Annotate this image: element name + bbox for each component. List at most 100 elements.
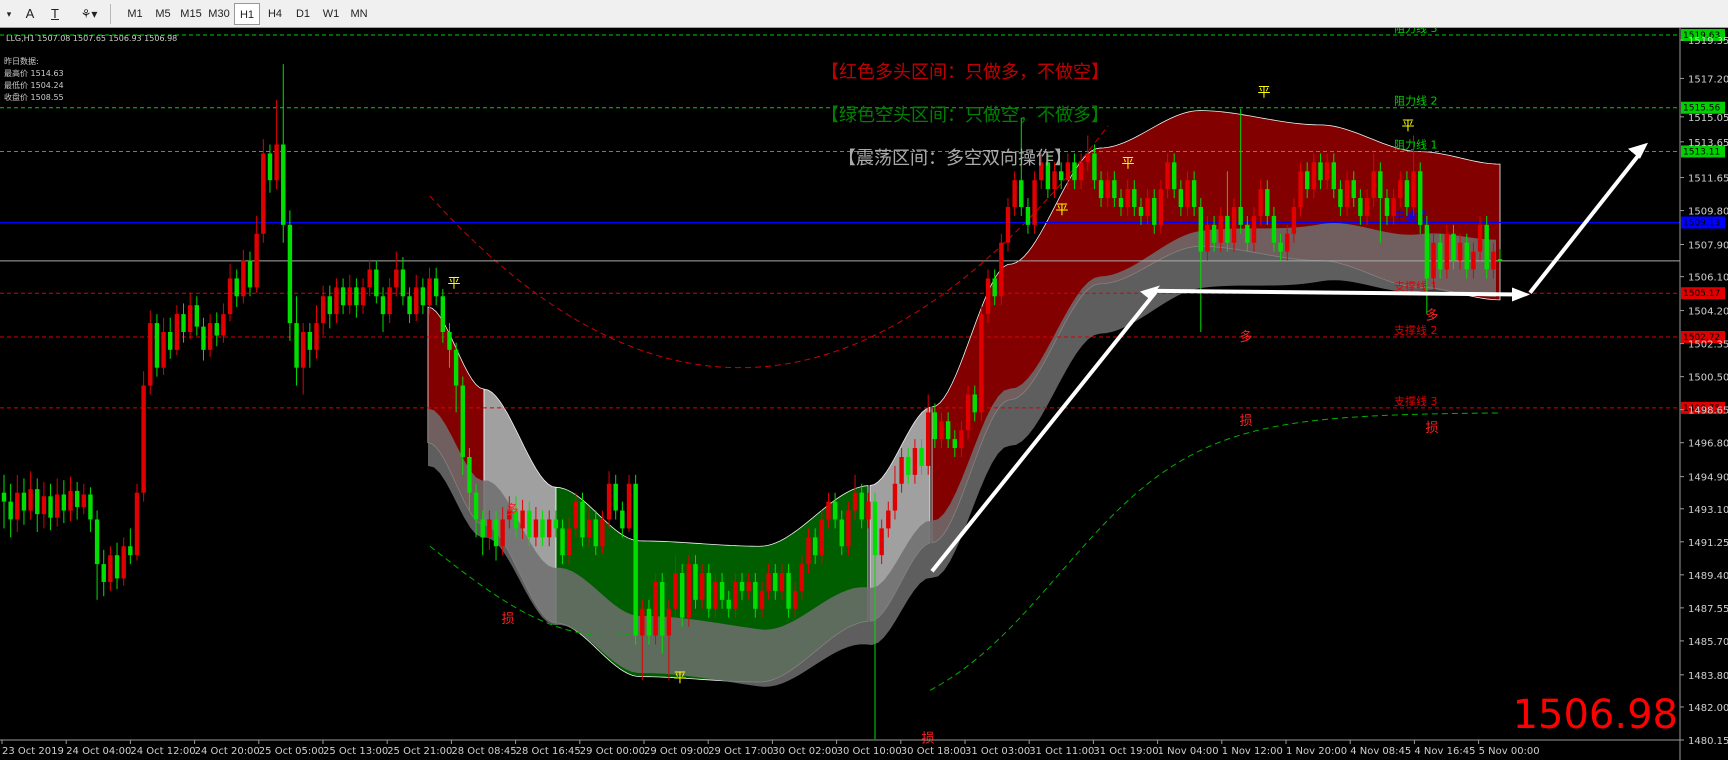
candle-body <box>68 490 73 511</box>
candle-body <box>1491 251 1496 270</box>
candle-body <box>1152 198 1157 225</box>
timeframe-button-h4[interactable]: H4 <box>262 3 288 25</box>
candle-body <box>1464 242 1469 270</box>
candle-body <box>447 331 452 350</box>
candle-body <box>1444 233 1450 270</box>
price-tick-label: 1483.80 <box>1688 671 1728 682</box>
candle-body <box>1484 224 1489 270</box>
candle-body <box>1145 198 1150 216</box>
timeframe-button-m1[interactable]: M1 <box>122 3 148 25</box>
candle-body <box>1112 180 1117 199</box>
candle-body <box>766 573 771 591</box>
candle-body <box>1225 215 1230 243</box>
candle-body <box>207 323 213 350</box>
timeframe-button-m30[interactable]: M30 <box>206 3 232 25</box>
candle-body <box>74 490 80 507</box>
timeframe-button-w1[interactable]: W1 <box>318 3 344 25</box>
price-tick-label: 1489.40 <box>1688 571 1728 582</box>
candle-body <box>380 296 386 315</box>
select-tool-icon[interactable]: ▾ <box>2 3 16 25</box>
candle-body <box>600 519 605 547</box>
candle-body <box>41 496 47 515</box>
price-tick-label: 1498.65 <box>1688 406 1728 417</box>
candle-body <box>460 385 465 457</box>
signal-marker-8: 多 <box>1239 329 1252 345</box>
candle-body <box>1025 206 1031 225</box>
timeframe-button-d1[interactable]: D1 <box>290 3 316 25</box>
candle-body <box>387 287 392 315</box>
candle-body <box>613 483 618 511</box>
price-tick-label: 1511.65 <box>1688 174 1728 185</box>
candle-body <box>879 528 884 556</box>
candle-body <box>247 260 253 288</box>
candle-body <box>287 224 293 324</box>
candle-body <box>480 519 485 538</box>
candle-body <box>866 501 871 520</box>
candle-body <box>979 314 984 413</box>
timeframe-button-m15[interactable]: M15 <box>178 3 204 25</box>
candle-body <box>1185 180 1190 207</box>
price-tick-label: 1493.10 <box>1688 505 1728 516</box>
candle-body <box>414 287 419 315</box>
candle-body <box>374 269 379 297</box>
candle-body <box>174 314 180 350</box>
candle-body <box>1012 180 1017 207</box>
candle-body <box>560 528 565 556</box>
candle-body <box>148 323 153 386</box>
candle-body <box>773 573 778 591</box>
candle-body <box>88 494 93 520</box>
candle-body <box>593 519 598 547</box>
level-tag-3: 1509.13 <box>1683 219 1720 229</box>
candle-body <box>221 314 226 336</box>
time-tick-label: 30 Oct 02:00 <box>772 746 837 757</box>
candle-body <box>467 456 472 493</box>
candle-body <box>1477 224 1483 252</box>
candle-body <box>1291 206 1297 234</box>
candle-body <box>114 555 120 579</box>
candle-body <box>852 492 858 511</box>
candle-body <box>1198 206 1203 252</box>
signal-marker-12: 损 <box>1425 421 1438 436</box>
candle-body <box>28 489 33 511</box>
signal-marker-0: 平 <box>447 276 460 291</box>
candle-body <box>1231 206 1237 243</box>
candle-body <box>899 456 904 484</box>
candle-body <box>327 296 332 315</box>
candle-body <box>194 305 200 327</box>
candle-body <box>1371 171 1376 199</box>
candle-body <box>1211 224 1217 243</box>
candle-body <box>673 573 678 609</box>
candle-body <box>121 546 126 579</box>
signal-marker-2: 损 <box>501 612 514 627</box>
time-tick-label: 1 Nov 12:00 <box>1222 746 1283 757</box>
candle-body <box>939 421 944 440</box>
price-chart[interactable]: 阻力线 31519.63阻力线 21515.56阻力线 11513.11中轴线1… <box>0 28 1728 760</box>
candle-body <box>1424 224 1430 279</box>
time-tick-label: 30 Oct 10:00 <box>837 746 902 757</box>
candle-body <box>686 564 692 618</box>
price-tick-label: 1491.25 <box>1688 538 1728 549</box>
level-tag-4: 1505.17 <box>1683 289 1720 299</box>
candle-body <box>1278 242 1283 252</box>
candle-body <box>959 430 964 449</box>
text-tool-icon[interactable]: A <box>20 3 40 25</box>
timeframe-button-mn[interactable]: MN <box>346 3 372 25</box>
time-tick-label: 4 Nov 16:45 <box>1414 746 1475 757</box>
text-label-tool-icon[interactable]: T <box>44 3 66 25</box>
candle-body <box>566 528 572 556</box>
yesterday-close: 收盘价 1508.55 <box>4 92 64 102</box>
timeframe-button-h1[interactable]: H1 <box>234 3 260 25</box>
candle-body <box>134 492 140 556</box>
candle-body <box>945 421 951 440</box>
candle-body <box>892 483 898 511</box>
candle-body <box>1437 242 1443 270</box>
price-tick-label: 1496.80 <box>1688 439 1728 450</box>
candle-body <box>367 269 372 288</box>
candle-body <box>427 278 432 306</box>
level-label-6: 支撑线 3 <box>1394 394 1438 408</box>
candle-body <box>886 510 891 529</box>
timeframe-button-m5[interactable]: M5 <box>150 3 176 25</box>
candle-body <box>354 287 359 306</box>
objects-tool-icon[interactable]: ⚘▾ <box>72 3 106 25</box>
candle-body <box>846 510 851 547</box>
